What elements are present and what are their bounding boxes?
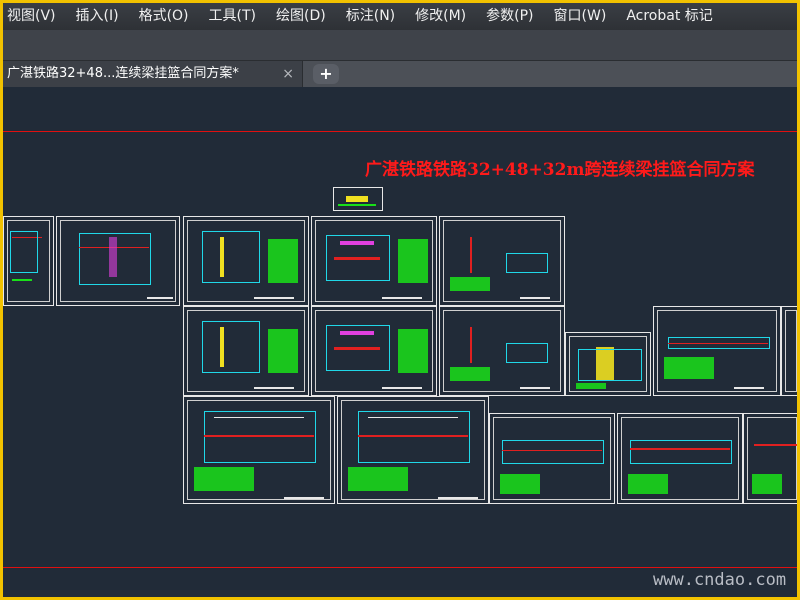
tab-drawing[interactable]: 广湛铁路32+48...连续梁挂篮合同方案* ×	[3, 61, 303, 87]
tab-drawing-label: 广湛铁路32+48...连续梁挂篮合同方案*	[7, 66, 239, 81]
drawing-title: 广湛铁路铁路32+48+32m跨连续梁挂篮合同方案	[365, 160, 755, 180]
add-tab-button[interactable]: +	[313, 64, 339, 84]
drawing-sheet[interactable]	[781, 306, 797, 396]
drawing-sheet[interactable]	[183, 216, 309, 306]
watermark: www.cndao.com	[653, 570, 787, 590]
drawing-sheet[interactable]	[489, 413, 615, 504]
menu-dimension[interactable]: 标注(N)	[336, 3, 405, 30]
menu-window[interactable]: 窗口(W)	[544, 3, 617, 30]
drawing-sheet[interactable]	[183, 306, 309, 396]
application-window: 视图(V) 插入(I) 格式(O) 工具(T) 绘图(D) 标注(N) 修改(M…	[3, 3, 797, 597]
menu-insert[interactable]: 插入(I)	[66, 3, 129, 30]
drawing-sheet[interactable]	[439, 306, 565, 396]
drawing-sheet[interactable]	[311, 306, 437, 396]
plus-icon: +	[319, 64, 333, 83]
drawing-sheet[interactable]	[56, 216, 180, 306]
menu-bar: 视图(V) 插入(I) 格式(O) 工具(T) 绘图(D) 标注(N) 修改(M…	[3, 3, 797, 30]
drawing-sheet[interactable]	[3, 216, 54, 306]
drawing-sheet[interactable]	[653, 306, 781, 396]
drawing-canvas[interactable]: 广湛铁路铁路32+48+32m跨连续梁挂篮合同方案 www.cndao.com	[3, 87, 797, 597]
drawing-sheet[interactable]	[743, 413, 797, 504]
menu-format[interactable]: 格式(O)	[129, 3, 199, 30]
document-tab-bar: 广湛铁路32+48...连续梁挂篮合同方案* × +	[3, 61, 797, 87]
drawing-sheet[interactable]	[617, 413, 743, 504]
drawing-sheet[interactable]	[439, 216, 565, 306]
close-icon[interactable]: ×	[282, 61, 294, 87]
red-boundary-line-bottom	[3, 567, 797, 568]
drawing-sheet[interactable]	[183, 396, 335, 504]
menu-draw[interactable]: 绘图(D)	[266, 3, 336, 30]
menu-parameters[interactable]: 参数(P)	[476, 3, 543, 30]
section-sketch	[333, 187, 383, 211]
menu-tools[interactable]: 工具(T)	[199, 3, 266, 30]
menu-modify[interactable]: 修改(M)	[405, 3, 476, 30]
drawing-sheet[interactable]	[337, 396, 489, 504]
ribbon-strip	[3, 30, 797, 61]
menu-acrobat-markup[interactable]: Acrobat 标记	[616, 3, 722, 30]
drawing-sheet[interactable]	[565, 332, 651, 396]
red-boundary-line-top	[3, 131, 797, 132]
drawing-sheet[interactable]	[311, 216, 437, 306]
menu-view[interactable]: 视图(V)	[3, 3, 66, 30]
